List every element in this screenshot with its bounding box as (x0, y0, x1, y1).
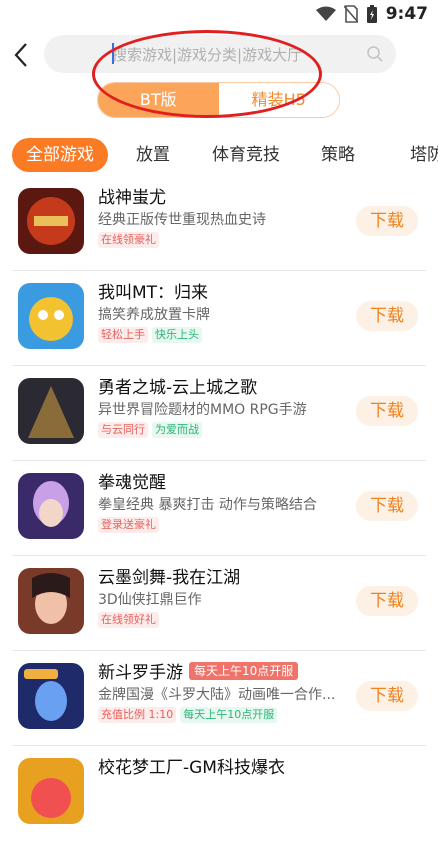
game-title: 拳魂觉醒 (98, 473, 166, 493)
game-tag: 在线领豪礼 (98, 232, 159, 248)
game-title: 校花梦工厂-GM科技爆衣 (98, 758, 285, 778)
game-title: 我叫MT：归来 (98, 283, 209, 303)
list-item[interactable]: 我叫MT：归来 搞笑养成放置卡牌 轻松上手 快乐上头 下载 (12, 271, 426, 366)
tab-bt-version[interactable]: BT版 (98, 83, 219, 117)
game-desc: 搞笑养成放置卡牌 (98, 307, 210, 323)
game-icon-mt (18, 283, 84, 349)
search-icon[interactable] (366, 45, 384, 63)
list-item[interactable]: 战神蚩尤 经典正版传世重现热血史诗 在线领豪礼 下载 (12, 176, 426, 271)
download-button[interactable]: 下载 (356, 206, 418, 236)
battery-icon (366, 5, 377, 23)
game-title: 云墨剑舞-我在江湖 (98, 568, 241, 588)
search-placeholder: 搜索游戏|游戏分类|游戏大厅 (112, 46, 303, 64)
game-title-row: 新斗罗手游 每天上午10点开服 (98, 658, 299, 683)
game-tag: 为爱而战 (152, 422, 202, 438)
game-icon-yunmo (18, 568, 84, 634)
tab-sports[interactable]: 体育竞技 (203, 138, 289, 172)
game-desc: 3D仙侠扛鼎巨作 (98, 592, 202, 608)
list-item[interactable]: 校花梦工厂-GM科技爆衣 (12, 746, 426, 841)
game-icon-douluo (18, 663, 84, 729)
tab-h5-version[interactable]: 精装H5 (218, 83, 339, 117)
top-bar: 搜索游戏|游戏分类|游戏大厅 (0, 30, 438, 80)
no-sim-icon (343, 5, 358, 23)
text-cursor (112, 43, 114, 64)
game-desc: 金牌国漫《斗罗大陆》动画唯一合作... (98, 687, 336, 703)
download-button[interactable]: 下载 (356, 681, 418, 711)
download-button[interactable]: 下载 (356, 301, 418, 331)
download-button[interactable]: 下载 (356, 491, 418, 521)
wifi-icon (315, 6, 336, 21)
game-tag: 登录送豪礼 (98, 517, 159, 533)
tab-strategy[interactable]: 策略 (313, 138, 363, 172)
download-button[interactable]: 下载 (356, 586, 418, 616)
game-tag: 在线领好礼 (98, 612, 159, 628)
game-icon-zhanshen (18, 188, 84, 254)
search-input[interactable]: 搜索游戏|游戏分类|游戏大厅 (44, 35, 396, 73)
list-item[interactable]: 勇者之城-云上城之歌 异世界冒险题材的MMO RPG手游 与云同行 为爱而战 下载 (12, 366, 426, 461)
category-tabs: 全部游戏 放置 体育竞技 策略 塔防 (0, 136, 438, 176)
game-title: 战神蚩尤 (98, 188, 166, 208)
status-time: 9:47 (385, 4, 428, 24)
game-title: 勇者之城-云上城之歌 (98, 378, 258, 398)
game-tag: 与云同行 (98, 422, 148, 438)
game-tag: 充值比例 1:10 (98, 707, 177, 723)
list-item[interactable]: 拳魂觉醒 拳皇经典 暴爽打击 动作与策略结合 登录送豪礼 下载 (12, 461, 426, 556)
game-desc: 拳皇经典 暴爽打击 动作与策略结合 (98, 497, 317, 513)
download-button[interactable]: 下载 (356, 396, 418, 426)
game-tag: 轻松上手 (98, 327, 148, 343)
server-badge: 每天上午10点开服 (189, 661, 299, 680)
list-item[interactable]: 云墨剑舞-我在江湖 3D仙侠扛鼎巨作 在线领好礼 下载 (12, 556, 426, 651)
back-arrow-icon[interactable] (10, 40, 34, 70)
tab-tower-defense[interactable]: 塔防 (402, 138, 438, 172)
game-icon-quanhun (18, 473, 84, 539)
game-tag: 快乐上头 (152, 327, 202, 343)
game-desc: 异世界冒险题材的MMO RPG手游 (98, 402, 307, 418)
game-title: 新斗罗手游 (98, 663, 183, 683)
tab-all-games[interactable]: 全部游戏 (12, 138, 108, 172)
game-tag: 每天上午10点开服 (180, 707, 278, 723)
game-desc: 经典正版传世重现热血史诗 (98, 212, 266, 228)
version-toggle: BT版 精装H5 (97, 82, 340, 118)
game-icon-xiaohua (18, 758, 84, 824)
game-icon-yongzhe (18, 378, 84, 444)
tab-idle[interactable]: 放置 (128, 138, 178, 172)
status-bar: 9:47 (0, 0, 438, 30)
list-item[interactable]: 新斗罗手游 每天上午10点开服 金牌国漫《斗罗大陆》动画唯一合作... 充值比例… (12, 651, 426, 746)
